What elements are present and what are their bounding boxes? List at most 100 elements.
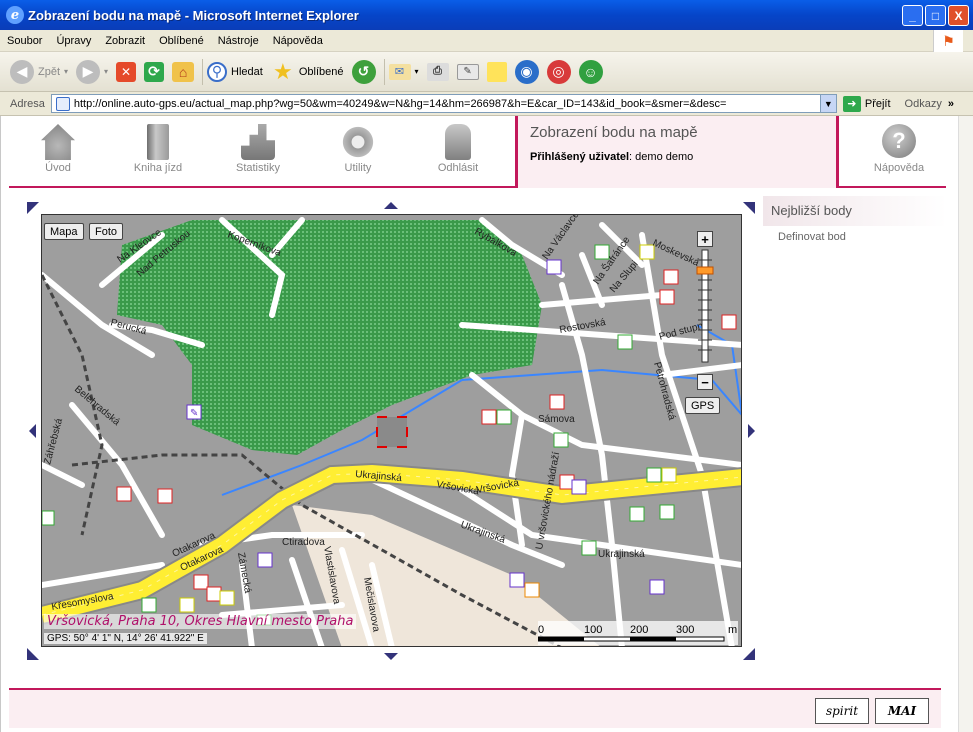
zoom-out-button[interactable]: −: [697, 374, 713, 390]
zoom-in-button[interactable]: +: [697, 231, 713, 247]
window-titlebar: e Zobrazení bodu na mapě - Microsoft Int…: [0, 0, 973, 30]
menu-favorites[interactable]: Oblíbené: [152, 35, 211, 47]
discuss-button[interactable]: [486, 61, 507, 82]
stop-button[interactable]: ✕: [116, 61, 137, 82]
map-svg: ✎ Koperníkova Na Kleovce Nad Petruskou P…: [42, 215, 741, 646]
book-icon: [147, 124, 169, 160]
page-content: Úvod Kniha jízd Statistiky Utility Odhlá…: [0, 116, 958, 732]
print-button[interactable]: ⎙: [426, 62, 449, 81]
logged-user: Přihlášený uživatel: demo demo: [530, 151, 694, 163]
page-title: Zobrazení bodu na mapě: [530, 124, 698, 141]
question-icon: ?: [882, 124, 916, 158]
maximize-button[interactable]: □: [925, 5, 946, 26]
pan-south-icon[interactable]: [384, 653, 398, 660]
pan-sw-icon[interactable]: [27, 648, 39, 660]
toolbar: ◀ Zpět ▾ ▶ ▾ ✕ ⟳ ⌂ ⚲ Hledat ★ Oblíbené ↺ ✉…: [0, 52, 973, 92]
gps-button[interactable]: GPS: [685, 397, 721, 414]
nearest-points-heading: Nejbližší body: [763, 196, 947, 226]
research-icon: ◉: [514, 59, 539, 84]
nav-statistics[interactable]: Statistiky: [223, 124, 293, 174]
map-view-button[interactable]: Mapa: [44, 223, 84, 240]
nav-home[interactable]: Úvod: [23, 124, 93, 174]
go-arrow-icon: ➜: [842, 95, 861, 112]
home-icon: [41, 124, 75, 160]
site-footer: spirit MAI: [9, 688, 941, 728]
define-point-link[interactable]: Definovat bod: [763, 226, 947, 243]
scale-label: 300: [676, 624, 694, 636]
vertical-scrollbar[interactable]: [958, 116, 973, 732]
mail-button[interactable]: ✉ ▾: [388, 63, 419, 80]
stop-icon: ✕: [116, 61, 137, 82]
pan-se-icon[interactable]: [743, 648, 755, 660]
search-button[interactable]: ⚲ Hledat: [207, 61, 263, 82]
map-scale: 0 100 200 300 m: [537, 621, 738, 645]
nav-logbook[interactable]: Kniha jízd: [123, 124, 193, 174]
spirit-logo[interactable]: spirit: [815, 698, 869, 724]
mai-logo[interactable]: MAI: [875, 698, 929, 724]
photo-view-button[interactable]: Foto: [89, 223, 124, 240]
address-bar: Adresa http://online.auto-gps.eu/actual_…: [0, 92, 973, 116]
address-input[interactable]: http://online.auto-gps.eu/actual_map.php…: [50, 94, 837, 113]
note-icon: [486, 61, 507, 82]
address-url: http://online.auto-gps.eu/actual_map.php…: [73, 97, 727, 110]
site-header: Úvod Kniha jízd Statistiky Utility Odhlá…: [9, 116, 946, 188]
pan-west-icon[interactable]: [29, 424, 36, 438]
research-button[interactable]: ◉: [514, 59, 539, 84]
nav-logout[interactable]: Odhlásit: [423, 124, 493, 174]
street-label: Ukrajinská: [598, 549, 645, 560]
scale-label: m: [728, 624, 737, 636]
map-canvas[interactable]: ✎ Koperníkova Na Kleovce Nad Petruskou P…: [41, 214, 742, 647]
pan-north-icon[interactable]: [384, 202, 398, 209]
help-button[interactable]: ? Nápověda: [859, 124, 939, 174]
menu-tools[interactable]: Nástroje: [211, 35, 266, 47]
scale-label: 200: [630, 624, 648, 636]
refresh-button[interactable]: ⟳: [144, 61, 165, 82]
gear-icon: [341, 124, 375, 160]
svg-text:✎: ✎: [190, 408, 198, 419]
menu-bar: Soubor Úpravy Zobrazit Oblíbené Nástroje…: [0, 30, 973, 52]
page-icon: [55, 96, 70, 111]
star-icon: ★: [272, 58, 293, 84]
messenger-icon: ☺: [578, 59, 603, 84]
home-icon: ⌂: [172, 61, 195, 82]
menu-file[interactable]: Soubor: [0, 35, 49, 47]
ie-icon: e: [6, 6, 24, 24]
minimize-button[interactable]: _: [902, 5, 923, 26]
gps-coordinates: GPS: 50° 4' 1" N, 14° 26' 41.922" E: [44, 633, 207, 644]
nav-utility[interactable]: Utility: [323, 124, 393, 174]
street-label: Sámova: [538, 414, 575, 425]
home-button[interactable]: ⌂: [172, 61, 195, 82]
related-button[interactable]: ◎: [546, 59, 571, 84]
window-title: Zobrazení bodu na mapě - Microsoft Inter…: [28, 7, 359, 23]
page-title-box: Zobrazení bodu na mapě Přihlášený uživat…: [515, 116, 839, 188]
edit-button[interactable]: ✎: [456, 63, 479, 80]
street-label: Ctiradova: [282, 537, 325, 548]
windows-flag-icon: ⚑: [933, 30, 963, 52]
map-address: Vršovická, Praha 10, Okres Hlavní mesto …: [44, 614, 357, 629]
forward-button[interactable]: ▶ ▾: [76, 59, 108, 84]
back-button[interactable]: ◀ Zpět ▾: [10, 59, 68, 84]
menu-help[interactable]: Nápověda: [266, 35, 330, 47]
go-button[interactable]: ➜ Přejít: [842, 95, 891, 112]
close-button[interactable]: X: [948, 5, 969, 26]
back-arrow-icon: ◀: [10, 59, 34, 84]
forward-arrow-icon: ▶: [76, 59, 101, 84]
scale-label: 0: [538, 624, 544, 636]
printer-icon: ⎙: [426, 62, 449, 81]
links-button[interactable]: Odkazy: [905, 98, 942, 110]
nearest-points-panel: Nejbližší body Definovat bod: [763, 196, 947, 243]
menu-view[interactable]: Zobrazit: [98, 35, 152, 47]
target-point-marker: [376, 416, 408, 448]
favorites-button[interactable]: ★ Oblíbené: [271, 58, 344, 84]
history-button[interactable]: ↺: [351, 59, 376, 84]
refresh-icon: ⟳: [144, 61, 165, 82]
history-icon: ↺: [351, 59, 376, 84]
pan-nw-icon[interactable]: [27, 202, 39, 214]
edit-icon: ✎: [456, 63, 479, 80]
chevron-down-icon[interactable]: ▼: [819, 95, 836, 112]
pan-east-icon[interactable]: [748, 424, 755, 438]
pan-ne-icon[interactable]: [743, 202, 755, 214]
menu-edit[interactable]: Úpravy: [49, 35, 98, 47]
messenger-button[interactable]: ☺: [578, 59, 603, 84]
related-icon: ◎: [546, 59, 571, 84]
